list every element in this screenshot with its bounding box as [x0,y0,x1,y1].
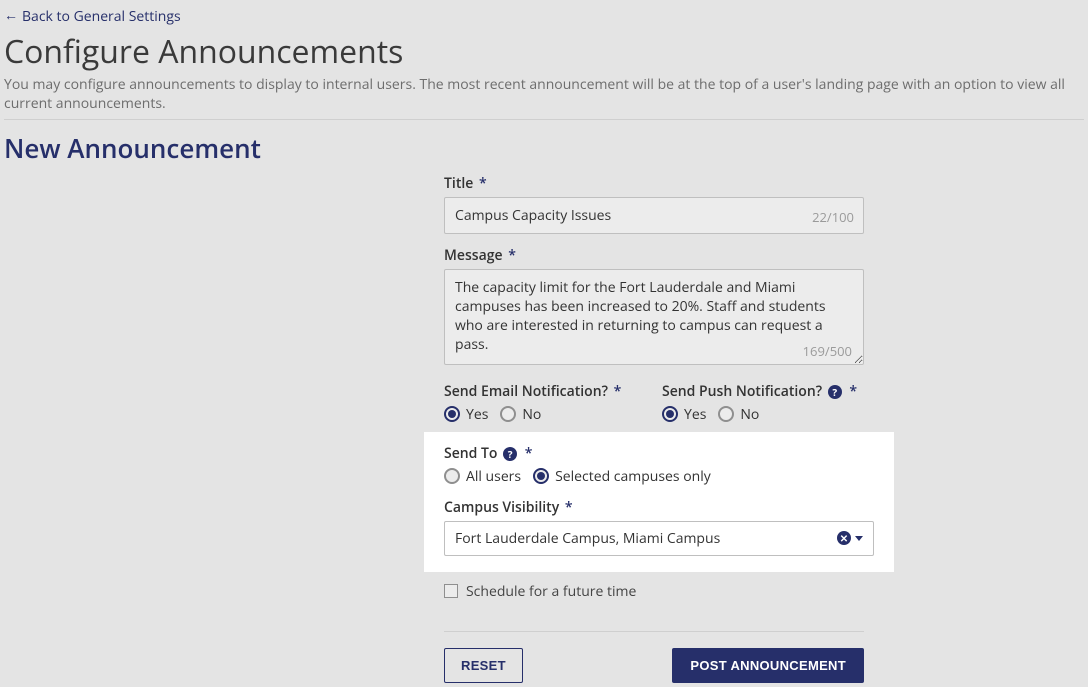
back-link[interactable]: ← Back to General Settings [4,7,181,26]
radio-icon [662,406,678,422]
post-announcement-button[interactable]: POST ANNOUNCEMENT [672,648,864,683]
radio-icon [718,406,734,422]
campus-visibility-value: Fort Lauderdale Campus, Miami Campus [455,529,720,548]
schedule-checkbox[interactable]: Schedule for a future time [444,582,864,601]
back-link-label: Back to General Settings [22,7,181,26]
reset-button[interactable]: RESET [444,648,523,683]
help-icon[interactable]: ? [828,385,842,399]
required-mark: * [525,444,533,463]
sendto-label: Send To ? * [444,444,874,463]
radio-icon [444,406,460,422]
radio-icon [444,468,460,484]
clear-icon[interactable]: ✕ [837,531,851,545]
campus-visibility-label: Campus Visibility * [444,498,874,517]
page-description: You may configure announcements to displ… [4,75,1084,113]
campus-visibility-select[interactable]: Fort Lauderdale Campus, Miami Campus ✕ [444,521,874,556]
title-input[interactable] [444,197,864,234]
form-divider [444,631,864,632]
required-mark: * [508,246,516,265]
title-label: Title * [444,174,864,193]
page-title: Configure Announcements [4,30,1084,73]
push-label: Send Push Notification? ? * [662,382,864,401]
arrow-left-icon: ← [4,9,18,23]
radio-icon [500,406,516,422]
chevron-down-icon [855,536,863,541]
email-label: Send Email Notification? * [444,382,646,401]
header-divider [4,119,1084,120]
email-no-radio[interactable]: No [500,405,541,424]
section-title: New Announcement [4,130,1084,166]
push-no-radio[interactable]: No [718,405,759,424]
required-mark: * [479,174,487,193]
required-mark: * [849,382,857,401]
sendto-selected-radio[interactable]: Selected campuses only [533,467,711,486]
message-input[interactable] [444,269,864,365]
send-to-block: Send To ? * All users Selected campuses … [424,432,894,572]
schedule-label: Schedule for a future time [466,582,636,601]
required-mark: * [614,382,622,401]
radio-icon [533,468,549,484]
email-yes-radio[interactable]: Yes [444,405,488,424]
help-icon[interactable]: ? [503,447,517,461]
message-label: Message * [444,246,864,265]
announcement-form: Title * 22/100 Message * 169/500 Send Em… [444,174,864,683]
sendto-all-radio[interactable]: All users [444,467,521,486]
push-yes-radio[interactable]: Yes [662,405,706,424]
checkbox-icon [444,584,458,598]
push-notification-group: Send Push Notification? ? * Yes No [662,382,864,424]
email-notification-group: Send Email Notification? * Yes No [444,382,646,424]
required-mark: * [565,498,573,517]
